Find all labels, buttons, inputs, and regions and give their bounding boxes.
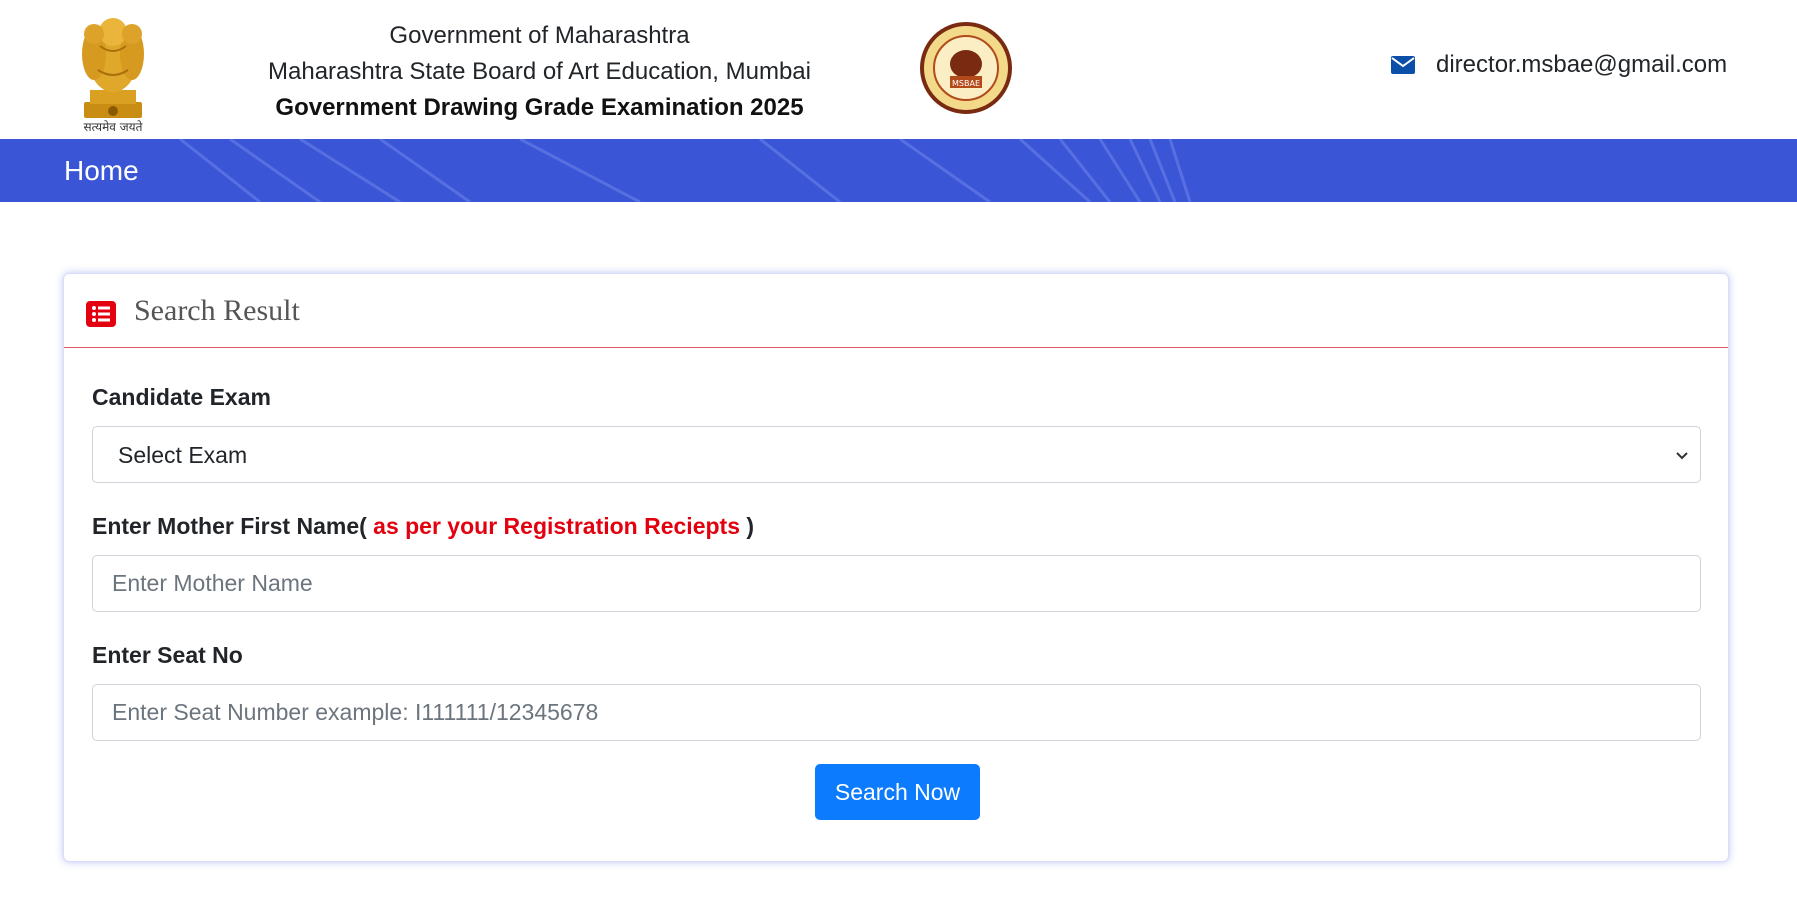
header-titles: Government of Maharashtra Maharashtra St… [262, 18, 817, 126]
exam-label: Candidate Exam [92, 384, 271, 410]
contact-email: director.msbae@gmail.com [1390, 48, 1727, 82]
board-title: Maharashtra State Board of Art Education… [268, 58, 811, 85]
mother-name-input[interactable] [92, 555, 1701, 612]
mother-label-close: ) [746, 513, 755, 539]
main-nav: Home [0, 139, 1797, 202]
seat-no-input[interactable] [92, 684, 1701, 741]
search-now-button[interactable]: Search Now [815, 764, 980, 820]
card-title: Search Result [134, 294, 300, 327]
mother-label-text: Enter Mother First Name( [92, 513, 367, 539]
exam-title: Government Drawing Grade Examination 202… [275, 94, 804, 121]
svg-text:MSBAE: MSBAE [952, 79, 980, 88]
seat-no-label: Enter Seat No [92, 642, 243, 668]
site-header: सत्यमेव जयते Government of Maharashtra M… [0, 0, 1797, 139]
mother-name-label: Enter Mother First Name( as per your Reg… [92, 513, 754, 540]
nav-home-link[interactable]: Home [64, 139, 139, 202]
exam-select-value: Select Exam [118, 442, 248, 468]
list-icon [86, 301, 116, 327]
envelope-icon [1391, 56, 1415, 74]
msbae-seal-logo: MSBAE [920, 22, 1012, 114]
nav-decoration [179, 139, 1192, 202]
search-result-card: Search Result Candidate Exam Select Exam… [63, 273, 1729, 862]
card-header: Search Result [64, 274, 1728, 348]
mother-label-note: as per your Registration Reciepts [373, 513, 740, 539]
chevron-down-icon [1676, 452, 1688, 460]
government-title: Government of Maharashtra [389, 22, 690, 49]
exam-select[interactable]: Select Exam [92, 426, 1701, 483]
email-text[interactable]: director.msbae@gmail.com [1436, 51, 1727, 79]
national-emblem-logo [82, 18, 144, 118]
emblem-caption: सत्यमेव जयते [83, 120, 143, 134]
